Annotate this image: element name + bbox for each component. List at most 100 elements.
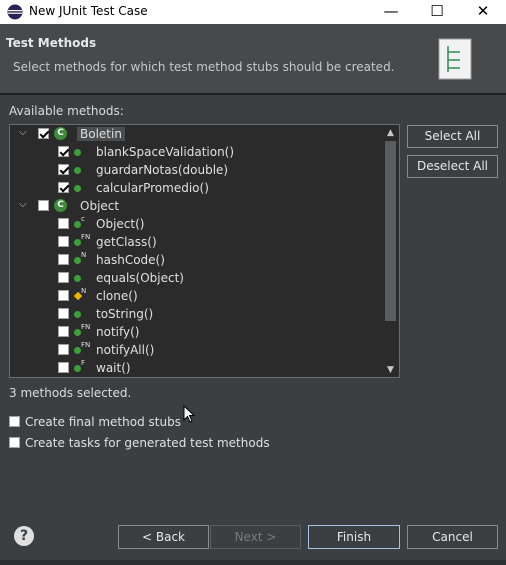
select-all-button[interactable]: Select All bbox=[407, 125, 498, 148]
method-name: hashCode() bbox=[96, 253, 165, 267]
tree-checkbox[interactable] bbox=[58, 326, 69, 337]
tree-method-row[interactable]: calcularPromedio() bbox=[10, 179, 382, 197]
tree-checkbox[interactable] bbox=[58, 362, 69, 373]
create-tasks-label: Create tasks for generated test methods bbox=[25, 436, 270, 450]
tree-method-row[interactable]: guardarNotas(double) bbox=[10, 161, 382, 179]
class-icon: C bbox=[54, 199, 67, 212]
public-method-icon bbox=[74, 275, 81, 282]
tree-scrollbar[interactable]: ▲ ▼ bbox=[382, 125, 399, 377]
modifier-overlay-icon: FN bbox=[81, 341, 91, 349]
tree-checkbox[interactable] bbox=[38, 128, 49, 139]
public-method-icon bbox=[74, 167, 81, 174]
expand-toggle-icon[interactable]: ⌵ bbox=[19, 127, 29, 138]
tree-checkbox[interactable] bbox=[58, 218, 69, 229]
modifier-overlay-icon: F bbox=[81, 359, 86, 367]
next-label: Next > bbox=[234, 530, 277, 544]
tree-checkbox[interactable] bbox=[58, 290, 69, 301]
create-final-stubs-option[interactable]: Create final method stubs bbox=[9, 415, 209, 429]
method-name: getClass() bbox=[96, 235, 157, 249]
tree-method-row[interactable]: equals(Object) bbox=[10, 269, 382, 287]
scroll-up-icon[interactable]: ▲ bbox=[382, 126, 399, 140]
tree-checkbox[interactable] bbox=[58, 182, 69, 193]
tree-checkbox[interactable] bbox=[58, 164, 69, 175]
back-label: < Back bbox=[141, 530, 185, 544]
back-button[interactable]: < Back bbox=[118, 525, 209, 549]
finish-label: Finish bbox=[336, 530, 372, 544]
tree-class-row[interactable]: ⌵ C Object bbox=[10, 197, 382, 215]
expand-toggle-icon[interactable]: ⌵ bbox=[19, 199, 29, 210]
cancel-button[interactable]: Cancel bbox=[407, 525, 498, 549]
eclipse-icon bbox=[7, 4, 23, 20]
method-name: wait() bbox=[96, 361, 131, 375]
public-method-icon bbox=[74, 347, 81, 354]
class-icon: C bbox=[54, 127, 67, 140]
deselect-all-label: Deselect All bbox=[417, 159, 488, 173]
method-name: guardarNotas(double) bbox=[96, 163, 229, 177]
modifier-overlay-icon: N bbox=[81, 287, 87, 295]
public-method-icon bbox=[74, 311, 81, 318]
class-name: Object bbox=[80, 199, 120, 213]
tree-method-row[interactable]: blankSpaceValidation() bbox=[10, 143, 382, 161]
method-name: blankSpaceValidation() bbox=[96, 145, 235, 159]
title-bar: New JUnit Test Case — ☐ ✕ bbox=[0, 0, 506, 24]
method-name: toString() bbox=[96, 307, 154, 321]
method-name: calcularPromedio() bbox=[96, 181, 209, 195]
create-final-stubs-label: Create final method stubs bbox=[25, 415, 181, 429]
method-name: notify() bbox=[96, 325, 140, 339]
maximize-button[interactable]: ☐ bbox=[414, 0, 460, 24]
create-final-stubs-checkbox[interactable] bbox=[9, 416, 20, 427]
tree-checkbox[interactable] bbox=[58, 254, 69, 265]
tree-method-row[interactable]: Fwait() bbox=[10, 359, 382, 377]
tree-method-row[interactable]: NhashCode() bbox=[10, 251, 382, 269]
public-method-icon bbox=[74, 365, 81, 372]
create-tasks-option[interactable]: Create tasks for generated test methods bbox=[9, 436, 270, 450]
help-icon[interactable]: ? bbox=[14, 526, 34, 546]
tree-checkbox[interactable] bbox=[58, 272, 69, 283]
method-name: equals(Object) bbox=[96, 271, 184, 285]
header-separator bbox=[0, 93, 506, 95]
minimize-button[interactable]: — bbox=[368, 0, 414, 24]
tree-method-row[interactable]: toString() bbox=[10, 305, 382, 323]
tree-method-row[interactable]: Nclone() bbox=[10, 287, 382, 305]
public-method-icon bbox=[74, 185, 81, 192]
methods-tree[interactable]: ▲ ▼ ⌵ C Boletin blankSpaceValidation() guard… bbox=[9, 124, 400, 378]
bottom-edge bbox=[0, 560, 506, 565]
finish-button[interactable]: Finish bbox=[308, 525, 400, 549]
modifier-overlay-icon: FN bbox=[81, 233, 91, 241]
tree-checkbox[interactable] bbox=[58, 236, 69, 247]
deselect-all-button[interactable]: Deselect All bbox=[407, 155, 498, 178]
create-tasks-checkbox[interactable] bbox=[9, 437, 20, 448]
public-method-icon bbox=[74, 221, 81, 228]
method-name: Object() bbox=[96, 217, 145, 231]
modifier-overlay-icon: N bbox=[81, 251, 87, 259]
public-method-icon bbox=[74, 149, 81, 156]
window-title: New JUnit Test Case bbox=[29, 4, 148, 18]
tree-method-row[interactable]: c Object() bbox=[10, 215, 382, 233]
available-methods-label: Available methods: bbox=[9, 104, 124, 118]
public-method-icon bbox=[74, 257, 81, 264]
tree-method-row[interactable]: FN notifyAll() bbox=[10, 341, 382, 359]
select-all-label: Select All bbox=[424, 129, 481, 143]
class-name: Boletin bbox=[77, 127, 125, 141]
tree-method-row[interactable]: FN notify() bbox=[10, 323, 382, 341]
tree-class-row[interactable]: ⌵ C Boletin bbox=[10, 125, 382, 143]
tree-checkbox[interactable] bbox=[58, 146, 69, 157]
cancel-label: Cancel bbox=[432, 530, 473, 544]
page-description: Select methods for which test method stu… bbox=[13, 60, 395, 74]
method-name: notifyAll() bbox=[96, 343, 155, 357]
method-name: clone() bbox=[96, 289, 138, 303]
close-button[interactable]: ✕ bbox=[460, 0, 506, 24]
page-title: Test Methods bbox=[6, 36, 97, 50]
modifier-overlay-icon: FN bbox=[81, 323, 91, 331]
tree-checkbox[interactable] bbox=[38, 200, 49, 211]
next-button: Next > bbox=[210, 525, 301, 549]
scroll-thumb[interactable] bbox=[385, 141, 396, 321]
tree-method-row[interactable]: FN getClass() bbox=[10, 233, 382, 251]
tree-checkbox[interactable] bbox=[58, 344, 69, 355]
selection-status: 3 methods selected. bbox=[9, 386, 132, 400]
mouse-cursor-icon bbox=[183, 405, 195, 423]
scroll-down-icon[interactable]: ▼ bbox=[382, 363, 399, 377]
wizard-header: Test Methods Select methods for which te… bbox=[0, 24, 506, 93]
modifier-overlay-icon: c bbox=[81, 215, 85, 223]
tree-checkbox[interactable] bbox=[58, 308, 69, 319]
